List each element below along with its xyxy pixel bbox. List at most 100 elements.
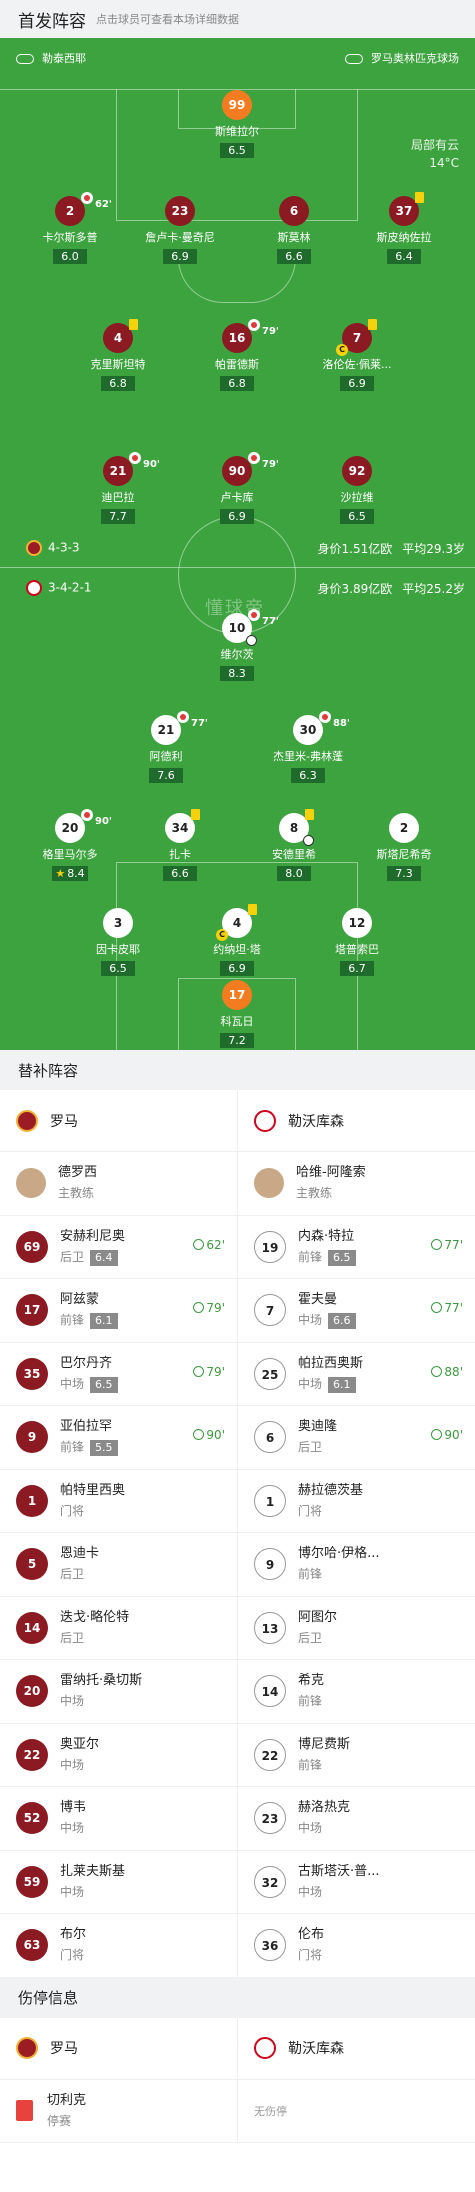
yellow-card-icon xyxy=(305,809,314,820)
player-name: 古斯塔沃·普... xyxy=(298,1863,380,1879)
home-sub-player[interactable]: 17 阿兹蒙 前锋 6.1 79' xyxy=(0,1279,238,1342)
away-sub-player[interactable]: 19 内森·特拉 前锋 6.5 77' xyxy=(238,1216,475,1279)
shirt-number: 63 xyxy=(16,1929,48,1962)
away-sub-player[interactable]: 22 博尼费斯 前锋 xyxy=(238,1724,475,1787)
away-player[interactable]: 3 因卡皮耶 6.5 xyxy=(70,908,166,976)
yellow-card-icon xyxy=(191,809,200,820)
away-player[interactable]: 30 88' 杰里米-弗林蓬 6.3 xyxy=(260,711,356,783)
away-player-gk[interactable]: 17 科瓦日 7.2 xyxy=(189,980,285,1048)
player-name: 巴尔丹齐 xyxy=(60,1355,113,1371)
home-sub-player[interactable]: 35 巴尔丹齐 中场 6.5 79' xyxy=(0,1342,238,1405)
away-player[interactable]: 2 斯塔尼希奇 7.3 xyxy=(356,813,452,881)
referee: 勒泰西耶 xyxy=(16,50,86,66)
home-sub-player[interactable]: 5 恩迪卡 后卫 xyxy=(0,1533,238,1596)
sub-row: 52 博韦 中场 23 赫洛热克 中场 xyxy=(0,1787,475,1851)
roma-crest-icon xyxy=(16,1109,38,1132)
sub-in-minute: 77' xyxy=(431,1238,463,1252)
home-sub-player[interactable]: 20 雷纳托·桑切斯 中场 xyxy=(0,1660,238,1723)
home-stats: 身价1.51亿欧 平均29.3岁 xyxy=(317,542,465,556)
player-name: 内森·特拉 xyxy=(298,1228,355,1244)
home-player[interactable]: 16 79' 帕雷德斯 6.8 xyxy=(189,319,285,391)
shirt-number: 23 xyxy=(254,1802,286,1835)
sub-out-icon xyxy=(81,809,93,821)
player-name: 赫拉德茨基 xyxy=(298,1482,364,1498)
home-sub-player[interactable]: 9 亚伯拉罕 前锋 5.5 90' xyxy=(0,1406,238,1469)
home-sub-player[interactable]: 63 布尔 门将 xyxy=(0,1914,238,1977)
away-team: 勒沃库森 xyxy=(238,2018,475,2079)
home-player[interactable]: 7 C 洛伦佐·佩莱... 6.9 xyxy=(309,319,405,391)
player-position: 前锋 xyxy=(60,1440,85,1455)
weather: 局部有云 14°C xyxy=(410,138,459,170)
sub-row: 1 帕特里西奥 门将 1 赫拉德茨基 门将 xyxy=(0,1469,475,1533)
away-sub-player[interactable]: 36 伦布 门将 xyxy=(238,1914,475,1977)
coach-row: 德罗西 主教练 哈维-阿隆索 主教练 xyxy=(0,1152,475,1216)
lineup-title: 首发阵容 xyxy=(18,11,86,32)
away-sub-player[interactable]: 14 希克 前锋 xyxy=(238,1660,475,1723)
shirt-number: 19 xyxy=(254,1230,286,1263)
yellow-card-icon xyxy=(129,319,138,330)
away-sub-player[interactable]: 7 霍夫曼 中场 6.6 77' xyxy=(238,1279,475,1342)
home-sub-player[interactable]: 52 博韦 中场 xyxy=(0,1787,238,1850)
away-player[interactable]: 20 90' 格里马尔多 ★ 8.4 xyxy=(22,809,118,881)
sub-out-icon xyxy=(177,711,189,723)
home-sub-player[interactable]: 14 迭戈·略伦特 后卫 xyxy=(0,1596,238,1659)
player-position: 中场 xyxy=(298,1313,323,1328)
home-player[interactable]: 37 斯皮纳佐拉 6.4 xyxy=(356,192,452,264)
sub-in-icon xyxy=(193,1365,205,1377)
player-name: 希克 xyxy=(298,1673,325,1689)
away-sub-player[interactable]: 32 古斯塔沃·普... 中场 xyxy=(238,1851,475,1914)
sub-row: 69 安赫利尼奥 后卫 6.4 62' 19 内森·特拉 前锋 6.5 77' xyxy=(0,1215,475,1279)
sub-in-minute: 79' xyxy=(193,1365,225,1379)
sub-row: 20 雷纳托·桑切斯 中场 14 希克 前锋 xyxy=(0,1660,475,1724)
away-sub-player[interactable]: 1 赫拉德茨基 门将 xyxy=(238,1470,475,1533)
stadium: 罗马奥林匹克球场 xyxy=(345,50,459,66)
player-position: 门将 xyxy=(60,1948,85,1963)
home-sub-player[interactable]: 59 扎莱夫斯基 中场 xyxy=(0,1850,238,1913)
player-name: 安赫利尼奥 xyxy=(60,1228,126,1244)
home-sub-player[interactable]: 22 奥亚尔 中场 xyxy=(0,1723,238,1786)
home-player[interactable]: 21 90' 迪巴拉 7.7 xyxy=(70,452,166,524)
away-sub-player[interactable]: 13 阿图尔 后卫 xyxy=(238,1597,475,1660)
away-sub-player[interactable]: 25 帕拉西奥斯 中场 6.1 88' xyxy=(238,1343,475,1406)
sub-in-icon xyxy=(431,1302,443,1313)
avatar xyxy=(16,1168,46,1199)
shirt-number: 14 xyxy=(254,1675,286,1708)
player-position: 中场 xyxy=(298,1884,323,1899)
home-player[interactable]: 2 62' 卡尔斯多普 6.0 xyxy=(22,192,118,264)
player-position: 后卫 xyxy=(60,1567,85,1582)
sub-in-icon xyxy=(193,1238,205,1250)
home-player[interactable]: 90 79' 卢卡库 6.9 xyxy=(189,452,285,524)
injury-row: 切利克 停赛 无伤停 xyxy=(0,2079,475,2143)
away-sub-player[interactable]: 23 赫洛热克 中场 xyxy=(238,1787,475,1850)
avatar xyxy=(254,1168,284,1199)
away-player[interactable]: 34 扎卡 6.6 xyxy=(132,809,228,881)
shirt-number: 59 xyxy=(16,1865,48,1898)
away-player[interactable]: 21 77' 阿德利 7.6 xyxy=(118,711,214,783)
away-player[interactable]: 12 塔普索巴 6.7 xyxy=(309,908,405,976)
away-player[interactable]: 8 安德里希 8.0 xyxy=(246,809,342,881)
away-sub-player[interactable]: 6 奥迪隆 后卫 90' xyxy=(238,1406,475,1469)
home-sub-player[interactable]: 1 帕特里西奥 门将 xyxy=(0,1469,238,1532)
player-position: 中场 xyxy=(298,1376,323,1391)
away-formation: 3-4-2-1 xyxy=(26,580,92,596)
away-team: 勒沃库森 xyxy=(238,1090,475,1151)
away-player[interactable]: 4 C 约纳坦·塔 6.9 xyxy=(189,904,285,976)
home-player[interactable]: 23 詹卢卡·曼奇尼 6.9 xyxy=(132,196,228,264)
home-player-gk[interactable]: 99 斯维拉尔 6.5 xyxy=(189,90,285,158)
home-player[interactable]: 92 沙拉维 6.5 xyxy=(309,456,405,524)
home-coach[interactable]: 德罗西 主教练 xyxy=(0,1152,238,1215)
red-card-icon xyxy=(16,2100,33,2121)
away-coach[interactable]: 哈维-阿隆索 主教练 xyxy=(238,1152,475,1215)
home-player[interactable]: 6 斯莫林 6.6 xyxy=(246,196,342,264)
sub-out-icon xyxy=(129,452,141,464)
home-injury[interactable]: 切利克 停赛 xyxy=(0,2079,238,2142)
home-player[interactable]: 4 克里斯坦特 6.8 xyxy=(70,319,166,391)
sub-in-minute: 79' xyxy=(193,1301,225,1315)
away-player[interactable]: 10 77' 维尔茨 8.3 xyxy=(189,609,285,681)
player-position: 门将 xyxy=(298,1948,323,1963)
subs-team-head: 罗马 勒沃库森 xyxy=(0,1090,475,1152)
shirt-number: 36 xyxy=(254,1929,286,1962)
home-sub-player[interactable]: 69 安赫利尼奥 后卫 6.4 62' xyxy=(0,1215,238,1278)
away-sub-player[interactable]: 9 博尔哈·伊格... 前锋 xyxy=(238,1533,475,1596)
player-name: 恩迪卡 xyxy=(60,1546,100,1562)
